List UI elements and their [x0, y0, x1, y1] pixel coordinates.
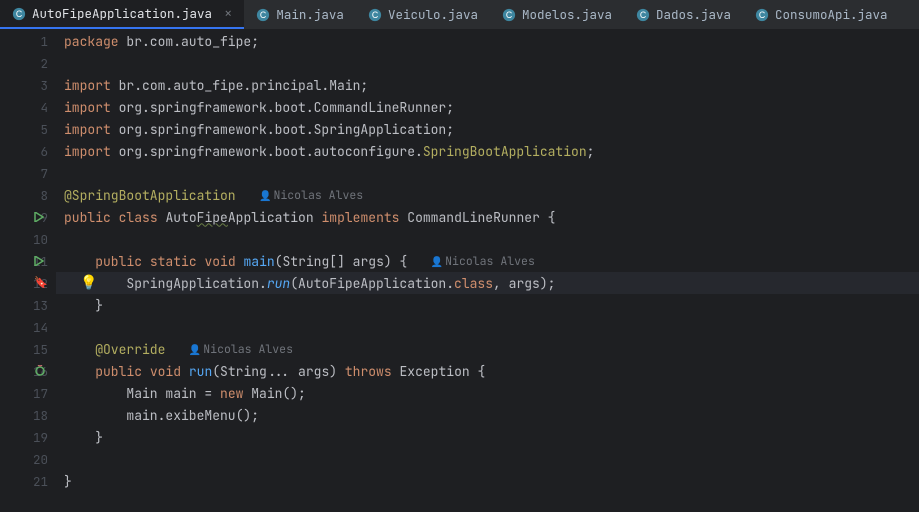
- svg-text:C: C: [506, 10, 512, 20]
- code-line: Main main = new Main();: [64, 382, 919, 404]
- code-line: main.exibeMenu();: [64, 404, 919, 426]
- tab-label: Main.java: [276, 6, 344, 23]
- tab-dados[interactable]: C Dados.java: [624, 0, 743, 29]
- author-icon: 👤: [189, 343, 201, 356]
- line-number: 21: [33, 473, 48, 490]
- line-number: 13: [33, 297, 48, 314]
- code-line: @SpringBootApplication 👤Nicolas Alves: [64, 184, 919, 206]
- editor-tabs: C AutoFipeApplication.java × C Main.java…: [0, 0, 919, 30]
- tab-label: Veiculo.java: [388, 6, 478, 23]
- code-line: package br.com.auto_fipe;: [64, 30, 919, 52]
- code-line: [64, 228, 919, 250]
- author-icon: 👤: [431, 255, 443, 268]
- java-class-icon: C: [12, 7, 26, 21]
- line-number: 6: [40, 143, 48, 160]
- svg-text:C: C: [759, 10, 765, 20]
- tab-main[interactable]: C Main.java: [244, 0, 356, 29]
- author-hint: Nicolas Alves: [445, 254, 535, 269]
- code-line: }: [64, 470, 919, 492]
- line-number: 10: [33, 231, 48, 248]
- line-number: 18: [33, 407, 48, 424]
- code-line: import org.springframework.boot.SpringAp…: [64, 118, 919, 140]
- line-number: 17: [33, 385, 48, 402]
- code-line: public static void main(String[] args) {…: [64, 250, 919, 272]
- svg-text:C: C: [372, 10, 378, 20]
- line-number: 3: [40, 77, 48, 94]
- close-icon[interactable]: ×: [224, 5, 232, 23]
- code-line: [64, 162, 919, 184]
- line-number: 4: [40, 99, 48, 116]
- tab-label: AutoFipeApplication.java: [32, 5, 212, 22]
- java-class-icon: C: [755, 8, 769, 22]
- gutter: 1 2 3 4 5 6 7 8 9 10 11 12🔖 13 14 15 16 …: [0, 30, 56, 512]
- code-line: import br.com.auto_fipe.principal.Main;: [64, 74, 919, 96]
- author-icon: 👤: [259, 189, 271, 202]
- java-class-icon: C: [636, 8, 650, 22]
- svg-text:C: C: [640, 10, 646, 20]
- tab-consumoapi[interactable]: C ConsumoApi.java: [743, 0, 900, 29]
- code-line-current: 💡 SpringApplication.run(AutoFipeApplicat…: [64, 272, 919, 294]
- line-number: 8: [40, 187, 48, 204]
- line-number: 2: [40, 55, 48, 72]
- editor-container: 1 2 3 4 5 6 7 8 9 10 11 12🔖 13 14 15 16 …: [0, 30, 919, 512]
- author-hint: Nicolas Alves: [203, 342, 293, 357]
- code-line: import org.springframework.boot.autoconf…: [64, 140, 919, 162]
- tab-label: Modelos.java: [522, 6, 612, 23]
- java-class-icon: C: [256, 8, 270, 22]
- code-line: [64, 316, 919, 338]
- code-line: [64, 52, 919, 74]
- run-icon[interactable]: [34, 256, 44, 266]
- line-number: 20: [33, 451, 48, 468]
- svg-text:C: C: [16, 9, 22, 19]
- java-class-icon: C: [368, 8, 382, 22]
- tab-label: Dados.java: [656, 6, 731, 23]
- bookmark-icon[interactable]: 🔖: [34, 276, 48, 290]
- line-number: 19: [33, 429, 48, 446]
- java-class-icon: C: [502, 8, 516, 22]
- tab-autofipe[interactable]: C AutoFipeApplication.java ×: [0, 0, 244, 29]
- code-line: }: [64, 294, 919, 316]
- author-hint: Nicolas Alves: [273, 188, 363, 203]
- code-line: import org.springframework.boot.CommandL…: [64, 96, 919, 118]
- line-number: 5: [40, 121, 48, 138]
- intention-bulb-icon[interactable]: 💡: [80, 274, 97, 292]
- svg-text:C: C: [260, 10, 266, 20]
- code-line: [64, 448, 919, 470]
- line-number: 7: [40, 165, 48, 182]
- implements-icon[interactable]: [34, 365, 46, 377]
- code-line: public class AutoFipeApplication impleme…: [64, 206, 919, 228]
- tab-veiculo[interactable]: C Veiculo.java: [356, 0, 490, 29]
- code-line: }: [64, 426, 919, 448]
- code-area[interactable]: package br.com.auto_fipe; import br.com.…: [56, 30, 919, 512]
- tab-label: ConsumoApi.java: [775, 6, 888, 23]
- code-line: public void run(String... args) throws E…: [64, 360, 919, 382]
- tab-modelos[interactable]: C Modelos.java: [490, 0, 624, 29]
- code-line: @Override 👤Nicolas Alves: [64, 338, 919, 360]
- line-number: 14: [33, 319, 48, 336]
- run-icon[interactable]: [34, 212, 44, 222]
- line-number: 1: [40, 33, 48, 50]
- line-number: 15: [33, 341, 48, 358]
